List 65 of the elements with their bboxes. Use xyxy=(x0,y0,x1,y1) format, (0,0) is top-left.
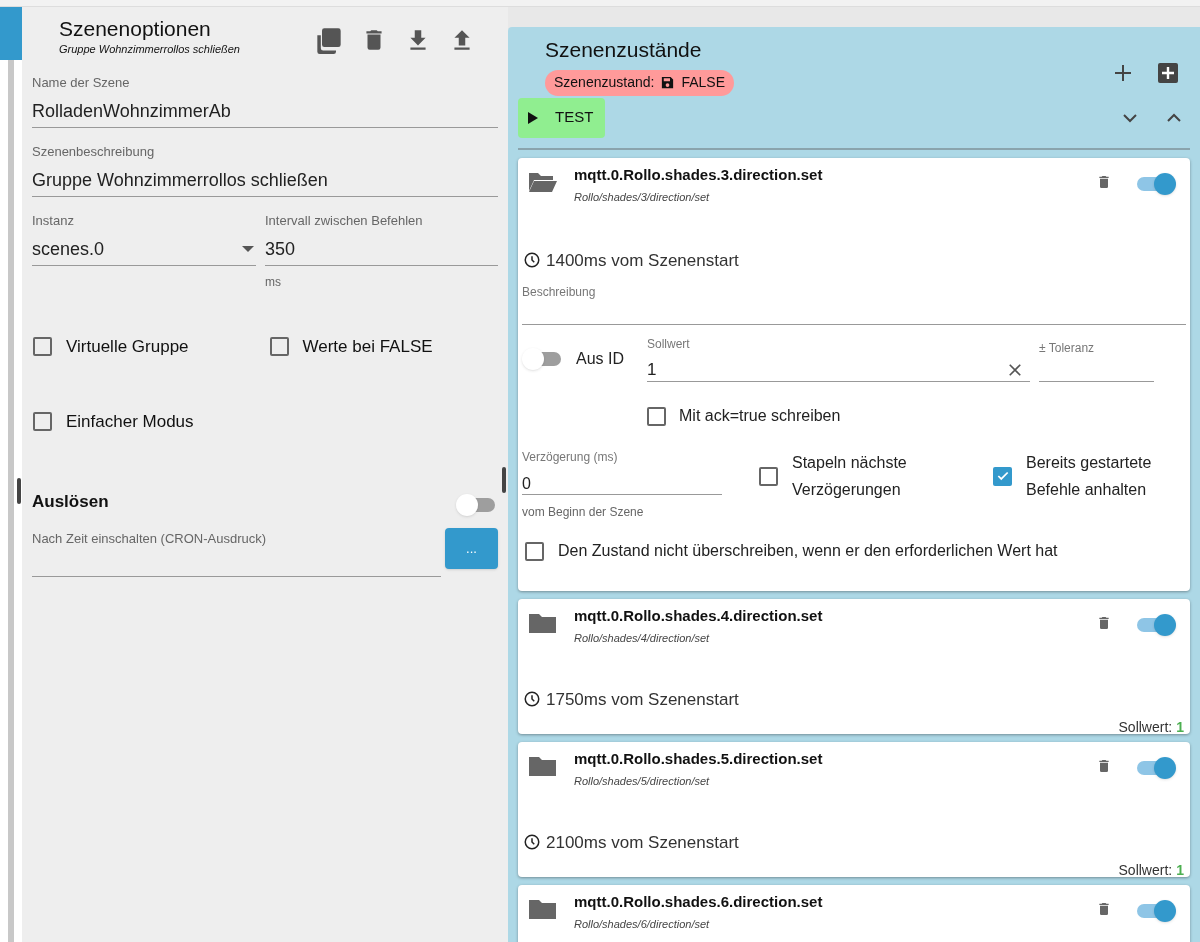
checkbox[interactable] xyxy=(647,406,666,426)
tolerance-field[interactable]: ± Toleranz xyxy=(1039,335,1154,382)
from-id-label: Aus ID xyxy=(576,349,624,369)
test-button[interactable]: TEST xyxy=(518,97,605,138)
state-path: Rollo/shades/4/direction/set xyxy=(574,631,711,646)
time-offset: 2100ms vom Szenenstart xyxy=(546,831,739,854)
checkbox[interactable] xyxy=(525,541,544,561)
delay-field[interactable]: Verzögerung (ms) 0 xyxy=(522,448,722,495)
time-offset: 1400ms vom Szenenstart xyxy=(546,249,739,272)
interval-field[interactable]: Intervall zwischen Befehlen 350 xyxy=(265,211,498,266)
checkbox-label: Werte bei FALSE xyxy=(302,335,433,358)
checkbox-label: Einfacher Modus xyxy=(66,410,194,433)
time-offset: 1750ms vom Szenenstart xyxy=(546,688,739,711)
checkbox-label: Virtuelle Gruppe xyxy=(66,335,189,358)
stop-commands-label: Bereits gestartete Befehle anhalten xyxy=(1026,453,1153,500)
scene-name-field[interactable]: Name der Szene RolladenWohnzimmerAb xyxy=(32,73,498,128)
checkbox[interactable] xyxy=(33,337,52,356)
state-badge: Szenenzustand: FALSE xyxy=(545,69,734,96)
trash-icon[interactable] xyxy=(1096,757,1112,774)
setpoint-label: Sollwert: xyxy=(1118,861,1173,880)
section-marker xyxy=(17,478,21,504)
section-title: Auslösen xyxy=(32,490,109,513)
cron-field[interactable]: Nach Zeit einschalten (CRON-Ausdruck) xyxy=(32,526,441,577)
stack-delays-label: Stapeln nächste Verzögerungen xyxy=(792,453,908,500)
description-field[interactable]: Beschreibung xyxy=(522,279,1186,325)
setpoint-value: 1 xyxy=(1176,718,1184,737)
setpoint-label: Sollwert: xyxy=(1118,718,1173,737)
checkbox[interactable] xyxy=(269,337,289,356)
chevron-up-icon[interactable] xyxy=(1166,112,1182,123)
chevron-down-icon[interactable] xyxy=(1122,112,1138,123)
state-path: Rollo/shades/5/direction/set xyxy=(574,774,711,789)
state-path: Rollo/shades/3/direction/set xyxy=(574,190,711,205)
setpoint-value: 1 xyxy=(1176,861,1184,880)
clock-icon xyxy=(523,251,541,270)
checkmark-icon xyxy=(995,469,1010,483)
interval-unit: ms xyxy=(265,274,282,291)
instance-select[interactable]: Instanz scenes.0 xyxy=(32,211,256,266)
plus-icon[interactable] xyxy=(1113,63,1133,83)
state-id: mqtt.0.Rollo.shades.6.direction.set xyxy=(574,891,824,912)
add-box-icon[interactable] xyxy=(1157,62,1179,84)
checkbox[interactable] xyxy=(759,466,778,486)
copy-icon[interactable] xyxy=(315,26,343,54)
clock-icon xyxy=(523,690,541,709)
scene-description-field[interactable]: Szenenbeschreibung Gruppe Wohnzimmerrollos schließen xyxy=(32,142,498,197)
delay-helper: vom Beginn der Szene xyxy=(522,504,645,521)
dont-overwrite-label: Den Zustand nicht überschreiben, wenn er den erforderlichen Wert hat xyxy=(558,541,1058,561)
trash-icon[interactable] xyxy=(1096,614,1112,631)
state-id: mqtt.0.Rollo.shades.5.direction.set xyxy=(574,748,824,769)
play-icon xyxy=(528,111,538,124)
resize-handle[interactable] xyxy=(502,467,506,493)
state-id: mqtt.0.Rollo.shades.3.direction.set xyxy=(574,164,824,185)
setpoint-field[interactable]: Sollwert 1 xyxy=(647,335,1030,382)
clock-icon xyxy=(523,833,541,852)
panel-subtitle: Gruppe Wohnzimmerrollos schließen xyxy=(59,42,241,57)
panel-title: Szenenoptionen xyxy=(59,17,212,41)
checkbox[interactable] xyxy=(993,466,1012,486)
ack-label: Mit ack=true schreiben xyxy=(679,406,841,426)
trash-icon[interactable] xyxy=(1096,900,1112,917)
state-id: mqtt.0.Rollo.shades.4.direction.set xyxy=(574,605,824,626)
save-icon xyxy=(660,75,676,90)
dropdown-caret-icon xyxy=(242,246,254,252)
checkbox[interactable] xyxy=(33,412,52,431)
trash-icon[interactable] xyxy=(1096,173,1112,190)
state-path: Rollo/shades/6/direction/set xyxy=(574,917,711,932)
panel-title: Szenenzustände xyxy=(545,37,703,63)
